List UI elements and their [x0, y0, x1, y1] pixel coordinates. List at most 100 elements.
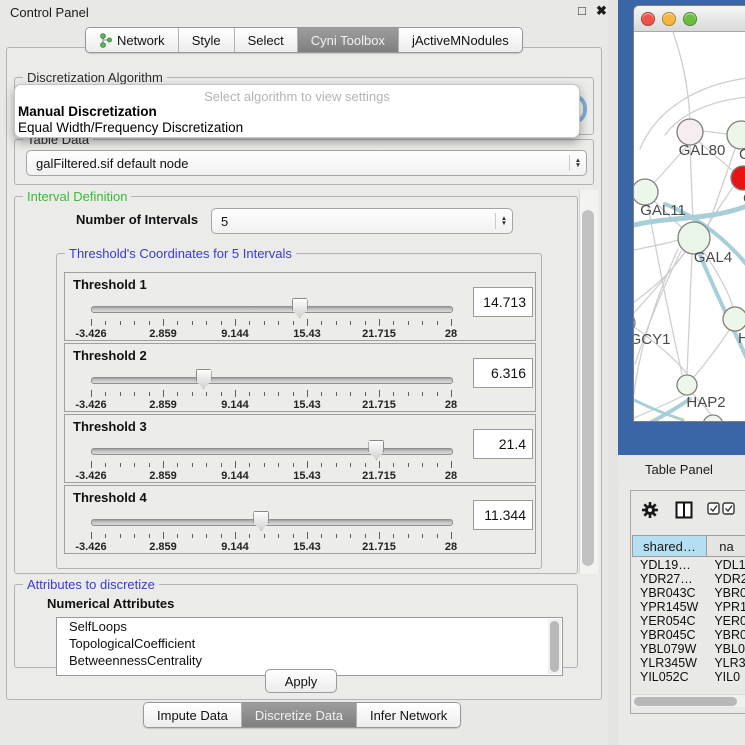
table-cell[interactable]: YBL0 — [706, 642, 745, 656]
slider-thumb[interactable] — [368, 440, 384, 460]
network-node[interactable] — [703, 415, 723, 422]
slider-track[interactable] — [91, 377, 453, 384]
threshold-slider[interactable]: -3.4262.8599.14415.4321.71528 — [91, 510, 451, 552]
network-node-hap2[interactable] — [677, 375, 697, 395]
table-cell[interactable]: YIL0 — [706, 670, 745, 684]
table-cell[interactable]: YPR145W — [632, 600, 706, 614]
threshold-slider[interactable]: -3.4262.8599.14415.4321.71528 — [91, 368, 451, 410]
slider-scale — [91, 319, 451, 327]
algorithm-option-manual[interactable]: Manual Discretization — [18, 104, 157, 119]
slider-tick — [221, 392, 222, 396]
slider-tick-label: -3.426 — [75, 470, 106, 482]
table-cell[interactable]: YDL1 — [706, 558, 745, 572]
panel-vertical-scrollbar[interactable] — [579, 190, 598, 574]
scrollbar-thumb[interactable] — [550, 621, 559, 672]
threshold-slider[interactable]: -3.4262.8599.14415.4321.71528 — [91, 439, 451, 481]
list-scrollbar[interactable] — [548, 619, 561, 674]
network-node-h[interactable] — [723, 307, 745, 331]
table-cell[interactable]: YLR345W — [632, 656, 706, 670]
network-edge[interactable] — [648, 205, 682, 374]
threshold-value-field[interactable] — [473, 500, 533, 530]
slider-thumb[interactable] — [253, 511, 269, 531]
table-cell[interactable]: YPR1 — [706, 600, 745, 614]
attribute-list-item[interactable]: SelfLoops — [57, 618, 562, 635]
network-window-titlebar[interactable] — [634, 6, 745, 32]
network-canvas[interactable]: GAL80GACGAL11GAL4GCY1HHAP2 — [634, 32, 745, 422]
table-row[interactable]: YER054CYER0 — [632, 614, 745, 628]
num-intervals-combobox[interactable]: 5 ▲▼ — [211, 208, 513, 234]
table-panel-titlebar[interactable]: Table Panel — [618, 455, 745, 484]
table-row[interactable]: YBL079WYBL0 — [632, 642, 745, 656]
table-row[interactable]: YDL19…YDL1 — [632, 558, 745, 572]
tab-impute-data[interactable]: Impute Data — [144, 703, 241, 727]
slider-track[interactable] — [91, 306, 453, 313]
tab-cyni-toolbox[interactable]: Cyni Toolbox — [297, 28, 398, 52]
tab-discretize-data[interactable]: Discretize Data — [241, 703, 356, 727]
split-columns-icon[interactable] — [675, 501, 693, 519]
table-cell[interactable]: YBR0 — [706, 586, 745, 600]
table-cell[interactable]: YDR2 — [706, 572, 745, 586]
table-cell[interactable]: YBL079W — [632, 642, 706, 656]
slider-tick — [235, 390, 236, 397]
slider-tick — [264, 534, 265, 538]
table-cell[interactable]: YBR043C — [632, 586, 706, 600]
tab-select[interactable]: Select — [234, 28, 297, 52]
table-cell[interactable]: YER054C — [632, 614, 706, 628]
threshold-value-field[interactable] — [473, 429, 533, 459]
column-header-shared-name[interactable]: shared… — [632, 535, 707, 557]
numerical-attributes-list[interactable]: SelfLoopsTopologicalCoefficientBetweenne… — [56, 617, 563, 676]
threshold-slider[interactable]: -3.4262.8599.14415.4321.71528 — [91, 297, 451, 339]
network-node-ga[interactable] — [727, 121, 745, 149]
table-cell[interactable]: YIL052C — [632, 670, 706, 684]
apply-button[interactable]: Apply — [265, 669, 337, 693]
table-row[interactable]: YDR27…YDR2 — [632, 572, 745, 586]
slider-thumb[interactable] — [196, 369, 212, 389]
scrollbar-thumb[interactable] — [582, 210, 594, 566]
table-horizontal-scrollbar[interactable] — [632, 694, 745, 707]
close-traffic-light[interactable] — [641, 12, 655, 26]
slider-thumb[interactable] — [292, 298, 308, 318]
gear-icon[interactable] — [641, 501, 659, 519]
table-cell[interactable]: YDL19… — [632, 558, 706, 572]
slider-tick — [379, 319, 380, 326]
slider-track[interactable] — [91, 448, 453, 455]
table-row[interactable]: YBR045CYBR0 — [632, 628, 745, 642]
scrollbar-thumb[interactable] — [634, 697, 737, 706]
tab-infer-network[interactable]: Infer Network — [356, 703, 460, 727]
slider-track[interactable] — [91, 519, 453, 526]
table-data-group: Table Data galFiltered.sif default node … — [14, 139, 594, 185]
minimize-traffic-light[interactable] — [662, 12, 676, 26]
table-cell[interactable]: YLR3 — [706, 656, 745, 670]
tab-network[interactable]: Network — [86, 28, 178, 52]
slider-tick — [379, 461, 380, 468]
network-edge[interactable] — [693, 329, 730, 378]
table-cell[interactable]: YDR27… — [632, 572, 706, 586]
network-edge[interactable] — [673, 32, 690, 119]
table-row[interactable]: YIL052CYIL0 — [632, 670, 745, 684]
slider-tick — [177, 392, 178, 396]
float-window-icon[interactable]: □ — [578, 3, 586, 18]
control-panel-titlebar[interactable]: Control Panel □ ✖ — [0, 0, 608, 24]
tab-jactivemnodules[interactable]: jActiveMNodules — [398, 28, 522, 52]
select-columns-checkboxes-icon[interactable] — [707, 501, 737, 516]
attribute-list-item[interactable]: TopologicalCoefficient — [57, 635, 562, 652]
table-cell[interactable]: YER0 — [706, 614, 745, 628]
attribute-list-item[interactable]: BetweennessCentrality — [57, 652, 562, 669]
tab-style[interactable]: Style — [178, 28, 234, 52]
column-header-name[interactable]: na — [707, 535, 745, 557]
table-row[interactable]: YBR043CYBR0 — [632, 586, 745, 600]
table-row[interactable]: YPR145WYPR1 — [632, 600, 745, 614]
threshold-value-field[interactable] — [473, 287, 533, 317]
table-row[interactable]: YLR345WYLR3 — [632, 656, 745, 670]
algorithm-option-equal-width[interactable]: Equal Width/Frequency Discretization — [18, 120, 243, 135]
network-edge[interactable] — [687, 254, 692, 375]
table-cell[interactable]: YBR0 — [706, 628, 745, 642]
table-cell[interactable]: YBR045C — [632, 628, 706, 642]
zoom-traffic-light[interactable] — [683, 12, 697, 26]
network-edge[interactable] — [703, 131, 727, 134]
close-window-icon[interactable]: ✖ — [596, 3, 607, 19]
table-data-combobox[interactable]: galFiltered.sif default node ▲▼ — [26, 150, 587, 176]
threshold-value-field[interactable] — [473, 358, 533, 388]
network-node-gcy1[interactable] — [634, 313, 635, 333]
slider-tick — [163, 461, 164, 468]
